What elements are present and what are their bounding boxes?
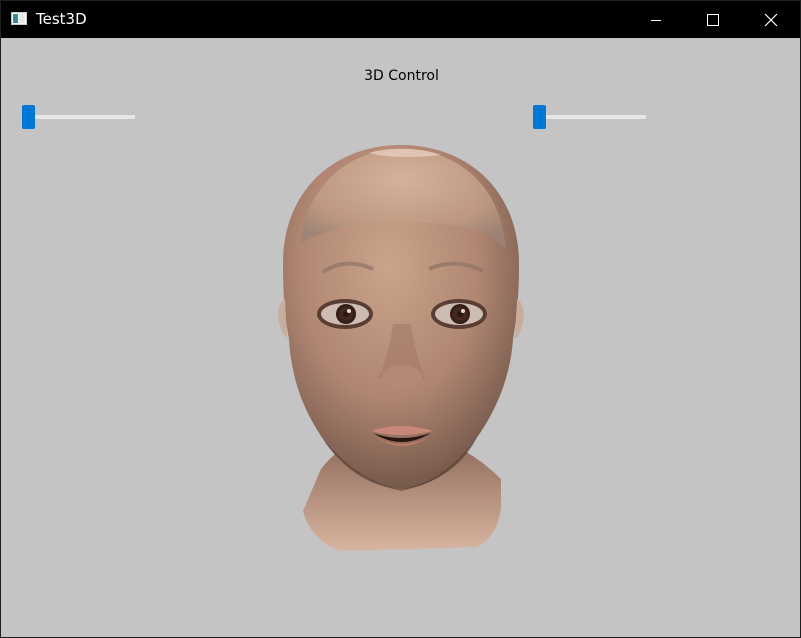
- app-window-icon: [11, 12, 27, 25]
- head-model-image: [278, 145, 524, 551]
- maximize-button[interactable]: [684, 1, 742, 38]
- control-label: 3D Control: [364, 68, 439, 84]
- close-button[interactable]: [742, 1, 800, 38]
- window-title: Test3D: [36, 10, 87, 28]
- slider-track[interactable]: [533, 115, 646, 119]
- slider-left[interactable]: [22, 105, 135, 129]
- slider-thumb[interactable]: [22, 105, 35, 129]
- close-icon: [764, 13, 778, 26]
- minimize-icon: [651, 19, 661, 21]
- maximize-icon: [707, 13, 719, 26]
- slider-track[interactable]: [22, 115, 135, 119]
- slider-thumb[interactable]: [533, 105, 546, 129]
- app-window: Test3D 3D Control: [0, 0, 801, 638]
- title-bar[interactable]: Test3D: [1, 1, 800, 38]
- slider-right[interactable]: [533, 105, 646, 129]
- minimize-button[interactable]: [627, 1, 685, 38]
- 3d-viewport[interactable]: [261, 139, 541, 559]
